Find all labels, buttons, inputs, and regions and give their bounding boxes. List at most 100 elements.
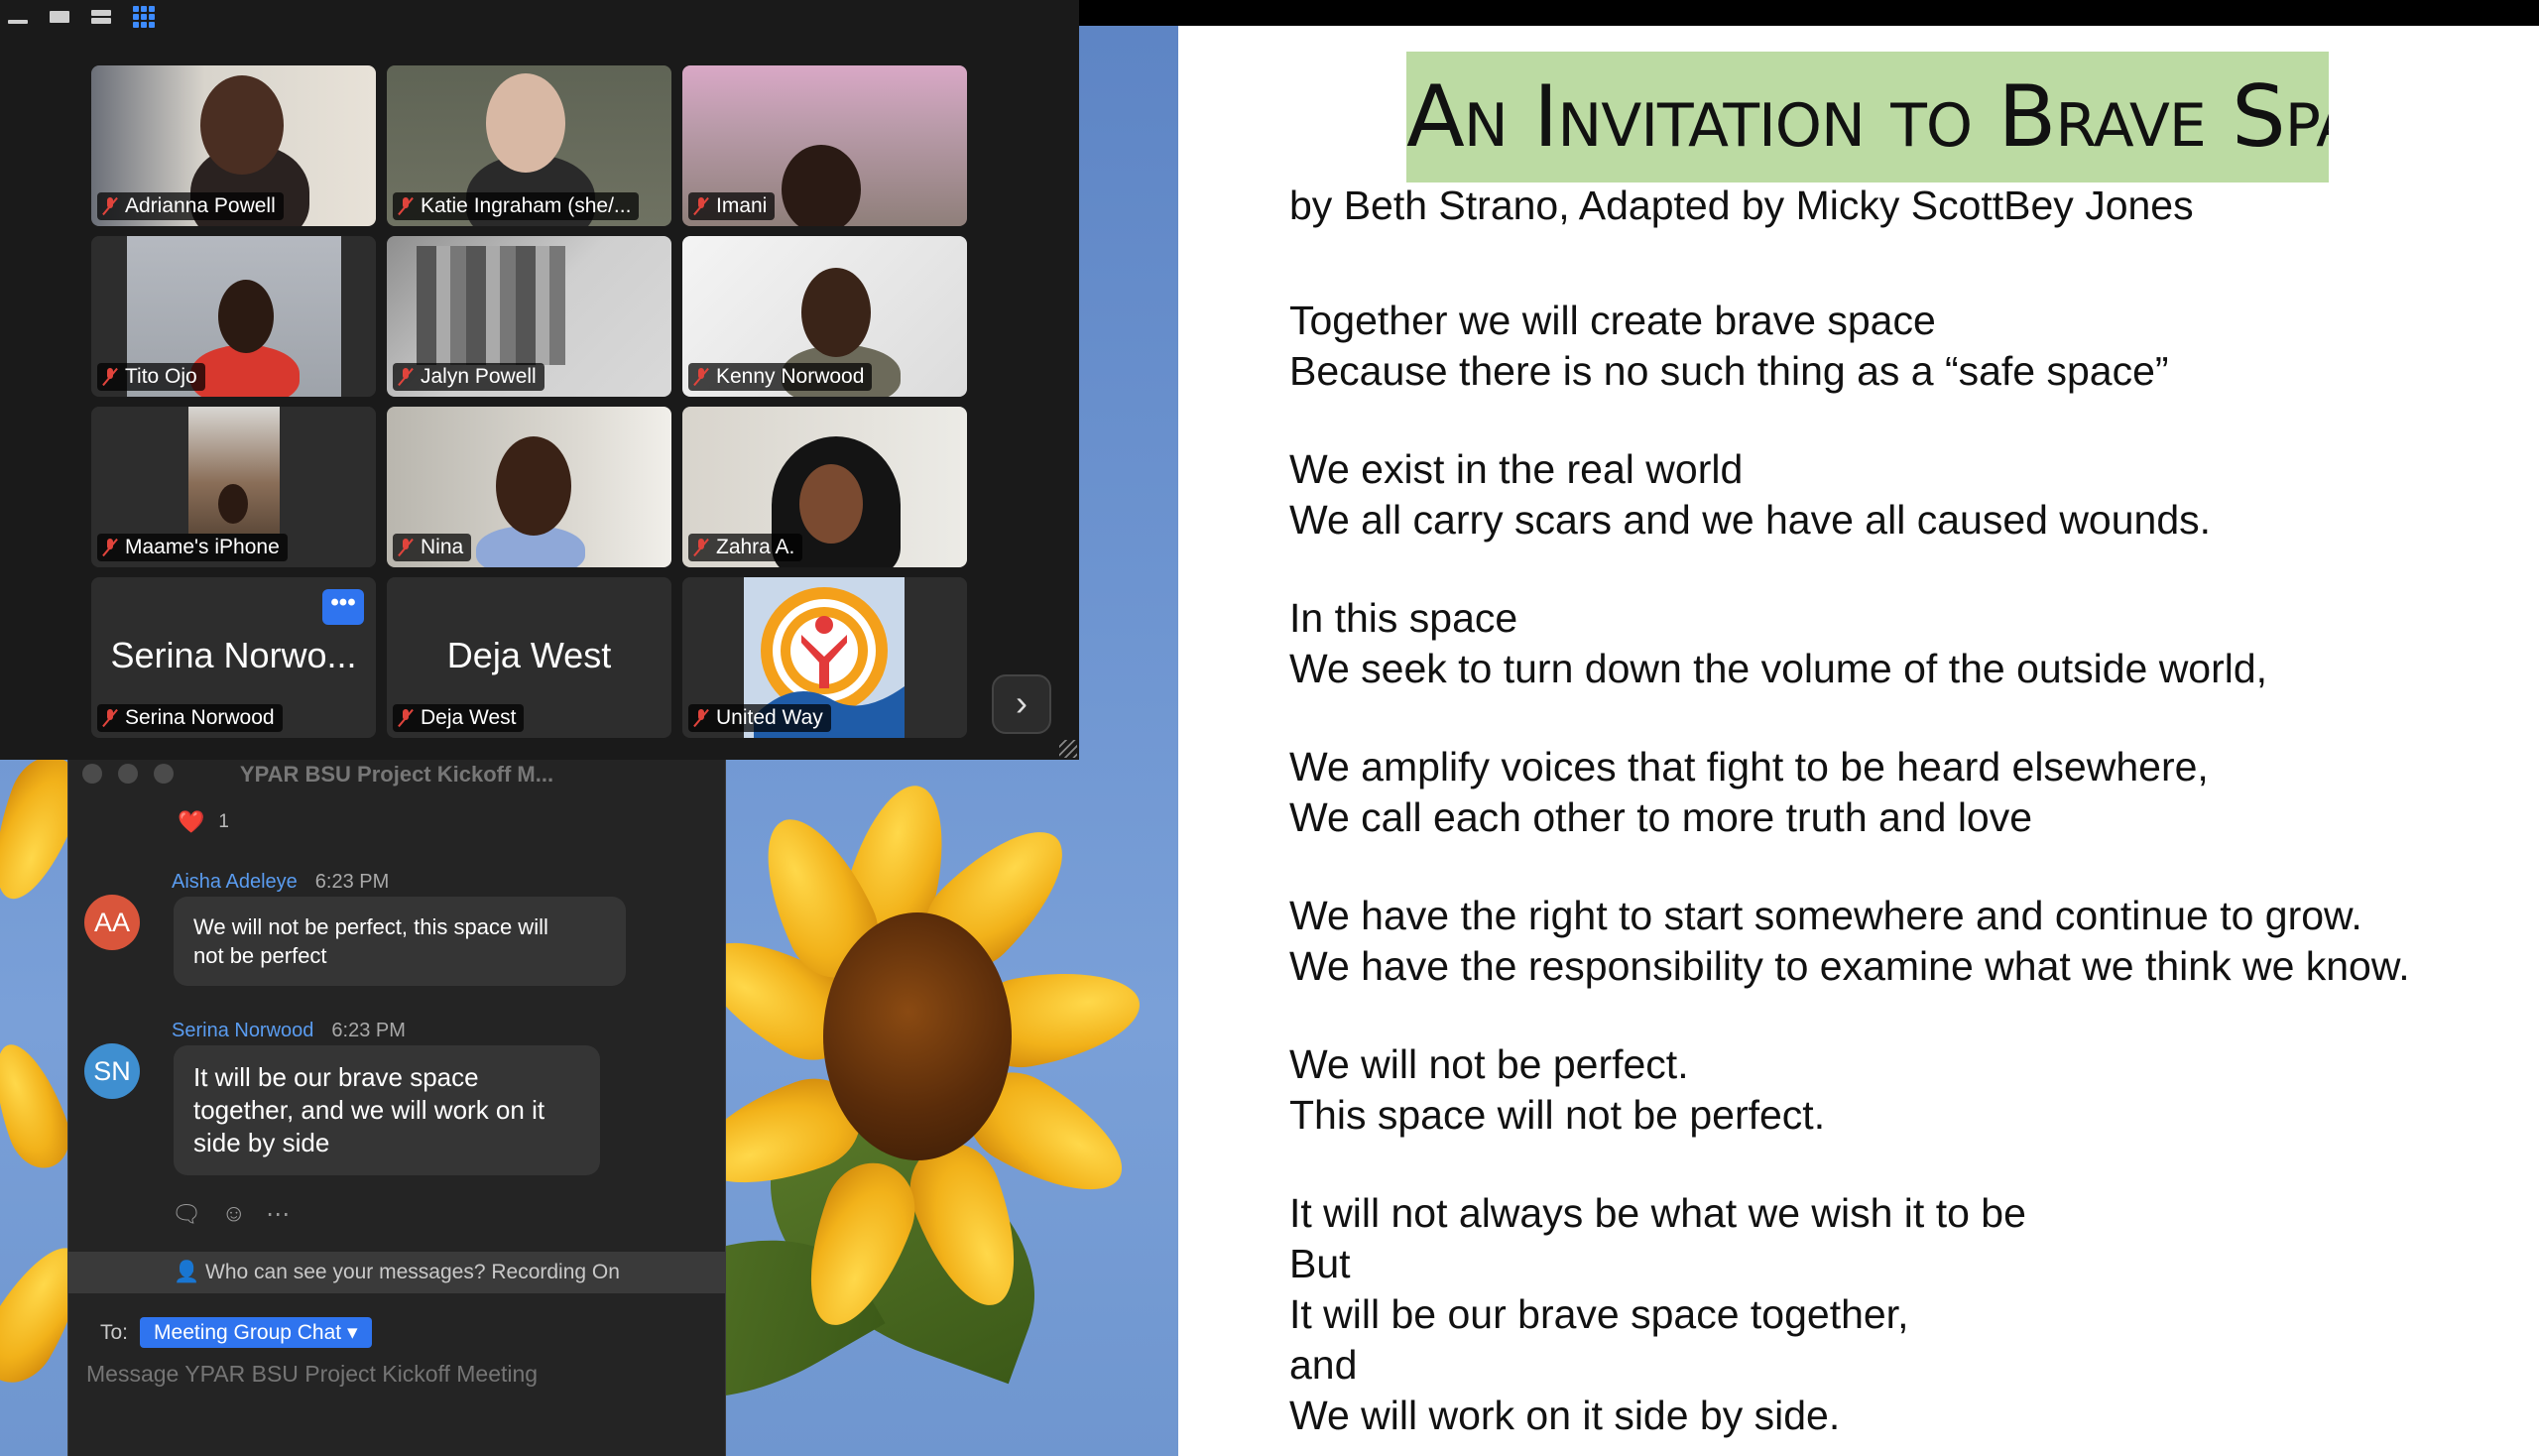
- poem-stanza: We exist in the real world We all carry …: [1289, 444, 2211, 546]
- participant-name: Adrianna Powell: [125, 194, 276, 217]
- participant-name: Imani: [716, 194, 768, 217]
- wall-artwork: [417, 246, 565, 365]
- participant-name-tag: Deja West: [393, 704, 525, 732]
- poem-stanza: We will not be perfect. This space will …: [1289, 1039, 1825, 1141]
- poem-stanza: It will not always be what we wish it to…: [1289, 1188, 2026, 1441]
- thumbnail-view-icon[interactable]: [50, 8, 71, 26]
- participant-name-tag: Imani: [688, 192, 776, 220]
- chat-title: YPAR BSU Project Kickoff M...: [239, 762, 554, 787]
- mic-muted-icon: [103, 368, 117, 386]
- participant-tile[interactable]: Deja West Deja West: [387, 577, 671, 738]
- poem-line: We exist in the real world: [1289, 446, 1744, 492]
- mic-muted-icon: [399, 368, 413, 386]
- participant-name-tag: Zahra A.: [688, 534, 803, 561]
- participant-tile[interactable]: Maame's iPhone: [91, 407, 376, 567]
- poem-line: In this space: [1289, 595, 1518, 641]
- poem-line: We amplify voices that fight to be heard…: [1289, 744, 2209, 789]
- mic-muted-icon: [694, 197, 708, 215]
- participant-display-name: Serina Norwo...: [110, 635, 357, 675]
- sender-line: Aisha Adeleye 6:23 PM: [172, 871, 389, 894]
- poem-line: We seek to turn down the volume of the o…: [1289, 646, 2268, 691]
- participant-tile[interactable]: Imani: [682, 65, 967, 226]
- participant-name: Jalyn Powell: [421, 365, 537, 388]
- person-icon: 👤: [174, 1261, 206, 1283]
- more-options-button[interactable]: •••: [322, 589, 364, 625]
- mic-muted-icon: [103, 709, 117, 727]
- message-bubble: It will be our brave space together, and…: [174, 1045, 600, 1175]
- more-icon[interactable]: ⋯: [266, 1200, 290, 1229]
- message-actions: 🗨 ☺ ⋯: [172, 1200, 290, 1229]
- message-time: 6:23 PM: [314, 871, 390, 893]
- sender-line: Serina Norwood 6:23 PM: [172, 1020, 406, 1042]
- mic-muted-icon: [399, 197, 413, 215]
- sender-name[interactable]: Aisha Adeleye: [172, 871, 298, 893]
- poem-line: We call each other to more truth and lov…: [1289, 794, 2033, 840]
- participant-display-name: Deja West: [446, 635, 612, 675]
- participant-tile[interactable]: Tito Ojo: [91, 236, 376, 397]
- speaker-view-icon[interactable]: [8, 8, 30, 26]
- participant-name: Deja West: [421, 706, 517, 729]
- participant-tile[interactable]: Kenny Norwood: [682, 236, 967, 397]
- participant-head: [801, 268, 871, 357]
- participant-tile[interactable]: Nina: [387, 407, 671, 567]
- mic-muted-icon: [399, 709, 413, 727]
- participant-name-tag: Kenny Norwood: [688, 363, 873, 391]
- participant-name: United Way: [716, 706, 823, 729]
- participant-name-tag: Jalyn Powell: [393, 363, 544, 391]
- participant-name-tag: Maame's iPhone: [97, 534, 288, 561]
- shared-slide: An Invitation to Brave Space by Beth Str…: [1178, 26, 2539, 1456]
- reply-icon[interactable]: 🗨: [172, 1200, 201, 1229]
- mic-muted-icon: [694, 709, 708, 727]
- message-line: not be perfect: [193, 943, 327, 968]
- to-label: To:: [100, 1320, 129, 1344]
- chat-titlebar: YPAR BSU Project Kickoff M...: [68, 760, 725, 788]
- sunflower-center: [823, 912, 1012, 1160]
- poem-line: Together we will create brave space: [1289, 298, 1936, 343]
- participant-tile[interactable]: Zahra A.: [682, 407, 967, 567]
- poem-line: We all carry scars and we have all cause…: [1289, 497, 2212, 543]
- poem-line: We have the right to start somewhere and…: [1289, 893, 2362, 938]
- recipient-dropdown[interactable]: Meeting Group Chat ▾: [140, 1317, 372, 1348]
- participant-head: [496, 436, 571, 536]
- participant-tile[interactable]: Adrianna Powell: [91, 65, 376, 226]
- poem-line: We will work on it side by side.: [1289, 1393, 1841, 1438]
- next-page-button[interactable]: ›: [992, 674, 1051, 734]
- poem-line: We have the responsibility to examine wh…: [1289, 943, 2410, 989]
- poem-stanza: We have the right to start somewhere and…: [1289, 891, 2410, 992]
- avatar: AA: [84, 895, 140, 950]
- participant-name-tag: Nina: [393, 534, 472, 561]
- slide-byline: by Beth Strano, Adapted by Micky ScottBe…: [1289, 182, 2194, 228]
- participant-name-tag: Katie Ingraham (she/...: [393, 192, 640, 220]
- participant-tile[interactable]: Katie Ingraham (she/...: [387, 65, 671, 226]
- sender-name[interactable]: Serina Norwood: [172, 1020, 313, 1041]
- poem-stanza: In this space We seek to turn down the v…: [1289, 593, 2267, 694]
- participant-head: [486, 73, 565, 173]
- participant-tile[interactable]: United Way: [682, 577, 967, 738]
- mic-muted-icon: [694, 539, 708, 556]
- participant-name: Serina Norwood: [125, 706, 275, 729]
- split-view-icon[interactable]: [91, 8, 113, 26]
- poem-stanza: Together we will create brave space Beca…: [1289, 296, 2169, 397]
- mic-muted-icon: [694, 368, 708, 386]
- poem-line: This space will not be perfect.: [1289, 1092, 1826, 1138]
- message-time: 6:23 PM: [331, 1020, 406, 1041]
- poem-line: Because there is no such thing as a “saf…: [1289, 348, 2169, 394]
- participant-name-tag: Adrianna Powell: [97, 192, 284, 220]
- participant-name: Katie Ingraham (she/...: [421, 194, 632, 217]
- participant-name-tag: United Way: [688, 704, 831, 732]
- resize-handle[interactable]: [1059, 740, 1077, 758]
- chat-window: YPAR BSU Project Kickoff M... ❤️ 1 AA Ai…: [67, 760, 726, 1456]
- message-reaction[interactable]: ❤️ 1: [178, 809, 229, 835]
- add-reaction-icon[interactable]: ☺: [221, 1200, 246, 1229]
- poem-line: and: [1289, 1342, 1358, 1388]
- message-input[interactable]: [86, 1361, 701, 1388]
- heart-icon: ❤️: [178, 809, 205, 834]
- reaction-count: 1: [218, 811, 229, 832]
- participant-tile[interactable]: Jalyn Powell: [387, 236, 671, 397]
- participant-head: [218, 280, 274, 353]
- message-visibility-bar[interactable]: 👤 Who can see your messages? Recording O…: [68, 1252, 725, 1293]
- gallery-grid-icon[interactable]: [133, 6, 155, 28]
- participant-name: Kenny Norwood: [716, 365, 865, 388]
- poem-line: But: [1289, 1241, 1351, 1286]
- participant-head: [782, 145, 861, 226]
